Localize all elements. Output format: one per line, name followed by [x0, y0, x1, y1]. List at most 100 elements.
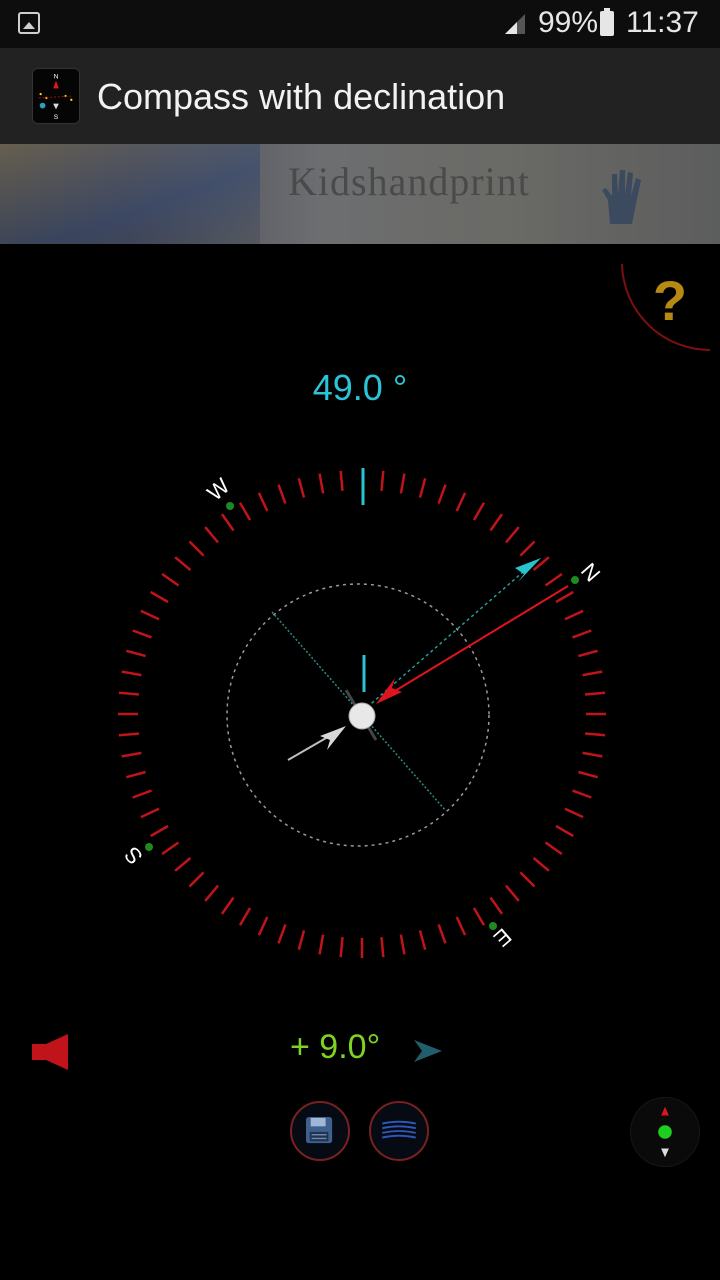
compass-tick	[238, 907, 252, 926]
compass-tick	[220, 896, 235, 915]
app-icon: N S	[32, 68, 80, 124]
true-north-line	[357, 571, 524, 716]
app-title: Compass with declination	[97, 76, 506, 117]
app-icon-s: S	[54, 114, 59, 121]
compass-tick	[150, 590, 169, 604]
compass-tick	[399, 473, 406, 494]
compass-tick	[519, 871, 536, 888]
compass-tick	[132, 789, 152, 799]
compass-tick	[455, 492, 467, 512]
ad-banner[interactable]: Kidshandprint	[0, 144, 720, 244]
compass-tick	[544, 841, 563, 856]
compass-tick	[204, 526, 219, 544]
compass-tick	[161, 841, 180, 856]
compass-tick	[125, 770, 146, 779]
compass-tick	[174, 556, 192, 571]
compass-tick	[418, 477, 427, 498]
compass-tick	[132, 629, 152, 639]
image-notification-icon	[18, 12, 40, 34]
battery-percent: 99%	[538, 6, 599, 39]
clock: 11:37	[626, 6, 699, 39]
compass-dial: N E S W	[118, 468, 606, 958]
compass-tick	[455, 916, 467, 936]
north-needle-head	[376, 678, 402, 704]
compass-tick	[297, 930, 306, 951]
compass-tick	[489, 513, 504, 532]
compass-tick	[564, 609, 584, 621]
compass-tick	[505, 884, 520, 902]
compass-tick	[125, 649, 146, 658]
help-button[interactable]: ?	[616, 262, 712, 354]
compass-tick	[188, 540, 205, 557]
compass-tick	[532, 556, 550, 571]
compass-tick	[220, 513, 235, 532]
floppy-disk-icon	[306, 1117, 333, 1144]
compass-tick	[277, 924, 287, 944]
compass-tick	[519, 540, 536, 557]
compass-tick	[582, 670, 603, 677]
compass-tick	[339, 470, 344, 492]
banner-brand: Kidshandprint	[288, 159, 530, 204]
compass-tick	[121, 751, 142, 758]
cardinal-n: N	[576, 558, 605, 586]
compass-tick	[505, 526, 520, 544]
calibrate-button[interactable]	[630, 1097, 700, 1167]
compass-tick	[297, 477, 306, 498]
compass-tick	[318, 473, 325, 494]
compass-tick	[118, 732, 140, 737]
compass-tick	[121, 670, 142, 677]
true-north-arrow	[515, 558, 541, 582]
compass-tick	[339, 936, 344, 958]
cardinal-s: S	[119, 842, 148, 869]
heading-readout: 49.0 °	[312, 367, 408, 408]
declination-readout: + 9.0°	[290, 1028, 381, 1066]
declination-arrow-icon	[414, 1040, 442, 1062]
compass-tick	[572, 789, 592, 799]
compass-tick	[188, 871, 205, 888]
app-bar: N S Compass with declination	[0, 48, 720, 144]
compass-tick	[277, 484, 287, 504]
west-dot	[226, 502, 234, 510]
compass-calibrate-icon	[658, 1106, 672, 1158]
signal-icon	[505, 14, 525, 34]
compass-tick	[584, 691, 606, 696]
compass-tick	[140, 807, 160, 819]
compass-tick	[472, 907, 486, 926]
compass-tick	[472, 502, 486, 521]
cardinal-w: W	[202, 473, 234, 506]
app-icon-n: N	[54, 74, 59, 81]
compass-tick	[204, 884, 219, 902]
north-dot	[571, 576, 579, 584]
compass-tick	[257, 916, 269, 936]
compass-tick	[578, 649, 599, 658]
compass-tick	[555, 590, 574, 604]
compass-tick	[564, 807, 584, 819]
compass-tick	[399, 934, 406, 955]
compass-tick	[150, 824, 169, 838]
handprint-icon	[602, 170, 641, 224]
compass-tick	[174, 857, 192, 872]
compass-tick	[140, 609, 160, 621]
field-lines-button[interactable]	[369, 1101, 429, 1161]
speaker-icon	[32, 1044, 46, 1060]
compass-tick	[380, 936, 385, 958]
compass-tick	[118, 691, 140, 696]
compass-tick	[437, 484, 447, 504]
save-button[interactable]	[290, 1101, 350, 1161]
banner-artwork	[0, 144, 260, 244]
compass-tick	[437, 924, 447, 944]
compass-tick	[578, 770, 599, 779]
center-pivot	[348, 702, 376, 730]
compass-tick	[380, 470, 385, 492]
compass-tick	[489, 896, 504, 915]
speaker-button[interactable]	[28, 1034, 72, 1070]
compass-tick	[161, 572, 180, 587]
compass-tick	[238, 502, 252, 521]
status-bar: 99% 11:37	[0, 0, 720, 48]
south-needle-head	[320, 726, 346, 750]
compass-tick	[572, 629, 592, 639]
battery-icon	[600, 8, 614, 36]
north-needle	[384, 585, 569, 698]
compass-tick	[318, 934, 325, 955]
compass-tick	[532, 857, 550, 872]
